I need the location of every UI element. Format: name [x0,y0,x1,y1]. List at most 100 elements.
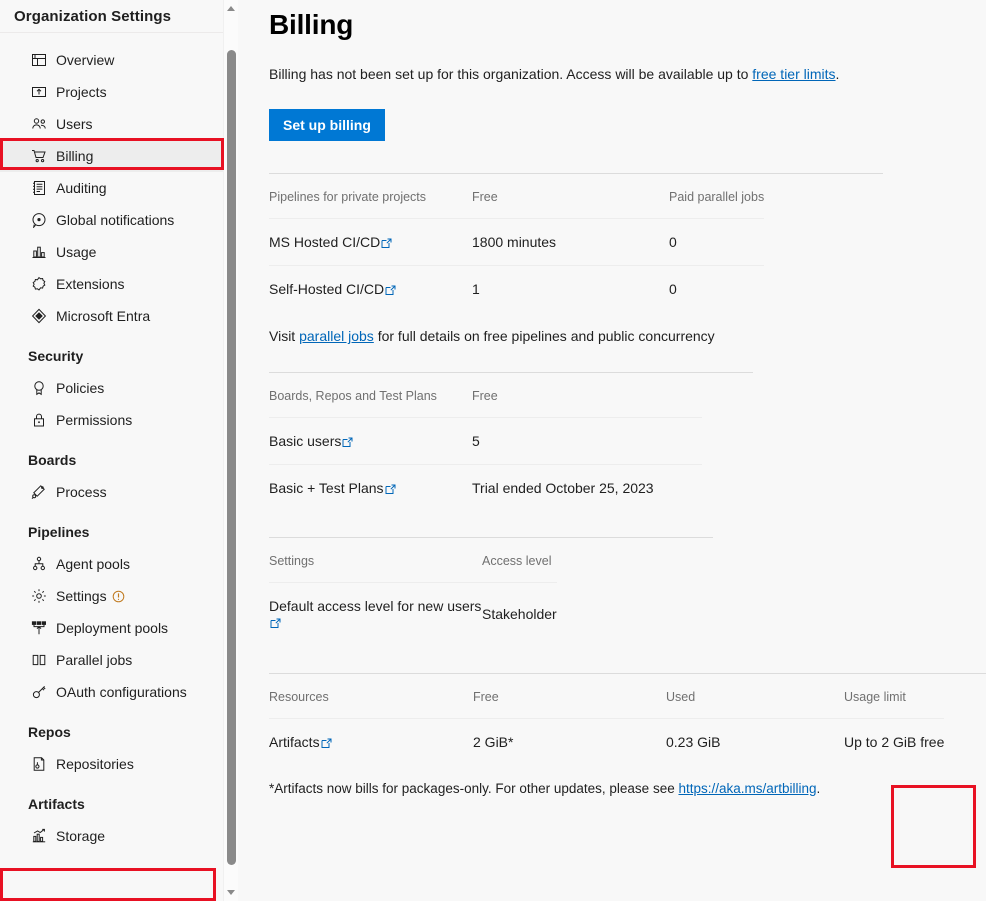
sidebar-item-projects[interactable]: Projects [0,76,223,108]
sidebar-item-label: Permissions [56,412,133,428]
external-link-icon[interactable] [321,735,332,751]
settings-sidebar: Organization Settings Overview Projects Us… [0,0,238,901]
col-header-usage-limit: Usage limit [844,690,906,704]
col-header-resources: Resources [269,690,329,704]
notifications-icon [30,211,48,229]
sidebar-item-label: Microsoft Entra [56,308,151,324]
table-row: Basic users 5 [269,417,702,465]
external-link-icon[interactable] [385,282,396,298]
resource-name-text: Artifacts [269,734,320,750]
artbilling-link[interactable]: https://aka.ms/artbilling [678,781,816,796]
boards-name-text: Basic users [269,433,342,449]
sidebar-item-agent-pools[interactable]: Agent pools [0,548,223,580]
col-header-paid-parallel-jobs: Paid parallel jobs [669,190,765,204]
table-row: Artifacts 2 GiB* 0.23 GiB Up to 2 GiB fr… [269,718,945,765]
table-row: Self-Hosted CI/CD 1 0 [269,265,765,312]
cell-resource-limit: Up to 2 GiB free [844,718,945,765]
resources-section: Resources Free Used Usage limit Artifact… [269,690,986,796]
sidebar-group-title-pipelines: Pipelines [28,524,90,540]
repositories-icon [30,755,48,773]
cell-boards-name: Basic users [269,417,472,465]
col-header-pipelines: Pipelines for private projects [269,190,427,204]
sidebar-item-auditing[interactable]: Auditing [0,172,223,204]
sidebar-scrollbar[interactable] [223,0,238,901]
scroll-down-arrow-icon[interactable] [224,884,238,901]
settings-gear-icon [30,587,48,605]
pipeline-name-text: MS Hosted CI/CD [269,234,381,250]
sidebar-item-label: Parallel jobs [56,652,133,668]
external-link-icon[interactable] [385,481,396,497]
intro-suffix: . [835,66,840,82]
sidebar-item-storage[interactable]: Storage [0,820,223,852]
extensions-icon [30,275,48,293]
sidebar-item-label: Process [56,484,107,500]
highlight-box-used-column [891,785,976,868]
col-header-boards: Boards, Repos and Test Plans [269,389,437,403]
sidebar-item-policies[interactable]: Policies [0,372,223,404]
billing-main-content: Billing Billing has not been set up for … [238,0,986,901]
sidebar-item-label: Extensions [56,276,125,292]
sidebar-nav-list: Overview Projects Users Billing Auditing Glob… [0,34,223,852]
external-link-icon[interactable] [270,615,281,631]
free-tier-limits-link[interactable]: free tier limits [752,66,835,82]
sidebar-item-overview[interactable]: Overview [0,44,223,76]
sidebar-item-global-notifications[interactable]: Global notifications [0,204,223,236]
sidebar-item-label: Overview [56,52,115,68]
storage-chart-icon [30,827,48,845]
sidebar-item-label: Users [56,116,93,132]
col-header-free: Free [472,389,498,403]
cell-resource-used: 0.23 GiB [666,718,844,765]
cell-pipeline-name: Self-Hosted CI/CD [269,265,472,312]
external-link-icon[interactable] [381,235,392,251]
cell-pipeline-free: 1800 minutes [472,218,669,266]
sidebar-item-microsoft-entra[interactable]: Microsoft Entra [0,300,223,332]
footnote-prefix: Visit [269,328,300,344]
scroll-up-arrow-icon[interactable] [224,0,238,17]
cell-pipeline-paid: 0 [669,265,765,312]
sidebar-group-title-security: Security [28,348,84,364]
divider-pipelines [269,173,883,174]
app-root: Organization Settings Overview Projects Us… [0,0,986,901]
cell-resource-name: Artifacts [269,718,473,765]
sidebar-item-label: Storage [56,828,106,844]
sidebar-item-label: OAuth configurations [56,684,187,700]
sidebar-item-users[interactable]: Users [0,108,223,140]
cell-pipeline-free: 1 [472,265,669,312]
col-header-settings: Settings [269,554,315,568]
sidebar-item-repositories[interactable]: Repositories [0,748,223,780]
table-row: Default access level for new users Stake… [269,582,557,645]
sidebar-item-permissions[interactable]: Permissions [0,404,223,436]
projects-icon [30,83,48,101]
footnote-suffix: . [816,781,821,796]
sidebar-item-label: Repositories [56,756,134,772]
sidebar-item-billing[interactable]: Billing [0,140,223,172]
col-header-free: Free [473,690,499,704]
table-header-row: Pipelines for private projects Free Paid… [269,190,764,219]
sidebar-item-oauth-configurations[interactable]: OAuth configurations [0,676,223,708]
sidebar-group-title-repos: Repos [28,724,71,740]
scrollbar-thumb[interactable] [227,50,236,865]
sidebar-item-extensions[interactable]: Extensions [0,268,223,300]
sidebar-item-deployment-pools[interactable]: Deployment pools [0,612,223,644]
deployment-pools-icon [30,619,48,637]
set-up-billing-button[interactable]: Set up billing [269,109,385,141]
footnote-prefix: *Artifacts now bills for packages-only. … [269,781,679,796]
sidebar-item-label: Billing [56,148,94,164]
sidebar-item-usage[interactable]: Usage [0,236,223,268]
sidebar-group-title-artifacts: Artifacts [28,796,85,812]
table-row: Basic + Test Plans Trial ended October 2… [269,464,702,511]
intro-prefix: Billing has not been set up for this org… [269,66,753,82]
sidebar-item-settings[interactable]: Settings [0,580,223,612]
external-link-icon[interactable] [342,434,353,450]
microsoft-entra-icon [30,307,48,325]
sidebar-group-title-boards: Boards [28,452,77,468]
boards-section: Boards, Repos and Test Plans Free Basic … [269,389,986,511]
users-icon [30,115,48,133]
col-header-used: Used [666,690,696,704]
sidebar-item-process[interactable]: Process [0,476,223,508]
policies-icon [30,379,48,397]
parallel-jobs-link[interactable]: parallel jobs [299,328,374,344]
cell-settings-value: Stakeholder [482,582,557,645]
resources-footnote: *Artifacts now bills for packages-only. … [269,781,986,796]
sidebar-item-parallel-jobs[interactable]: Parallel jobs [0,644,223,676]
